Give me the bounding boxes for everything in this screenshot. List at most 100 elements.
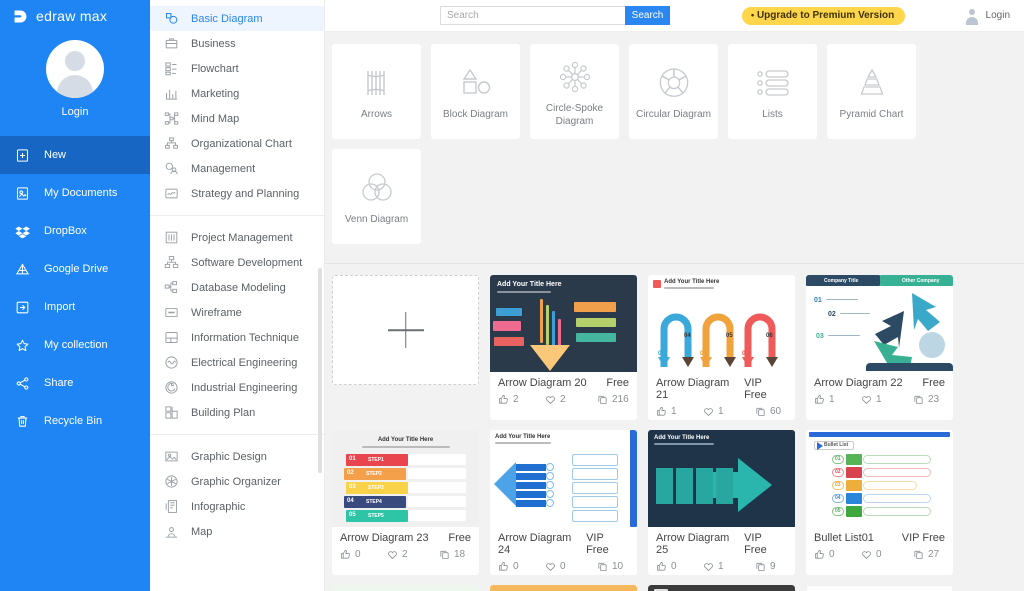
type-tile-circular-diagram[interactable]: Circular Diagram bbox=[629, 44, 718, 139]
app-logo[interactable]: edraw max bbox=[0, 0, 150, 32]
category-mind-map[interactable]: Mind Map bbox=[150, 106, 324, 131]
sidebar-item-new[interactable]: New bbox=[0, 136, 150, 174]
thumbnail-title: Add Your Title Here bbox=[495, 434, 551, 440]
template-card[interactable] bbox=[806, 585, 953, 591]
copy-count: 216 bbox=[612, 394, 629, 405]
template-card[interactable]: Company Title Other Company 01 02 03 Arr… bbox=[806, 275, 953, 420]
category-label: Software Development bbox=[191, 256, 303, 269]
thumbs-up-icon bbox=[341, 549, 350, 559]
like-count: 0 bbox=[671, 561, 677, 572]
template-thumbnail: Add Your Title Here bbox=[648, 275, 795, 372]
template-card[interactable]: Add Your Title Here bbox=[332, 585, 479, 591]
sidebar-item-dropbox[interactable]: DropBox bbox=[0, 212, 150, 250]
sidebar-account[interactable]: Login bbox=[0, 32, 150, 118]
dropbox-icon bbox=[14, 223, 30, 239]
type-tile-label: Arrows bbox=[360, 109, 393, 121]
new-blank-template-card[interactable] bbox=[332, 275, 479, 420]
copy-count: 18 bbox=[454, 549, 466, 560]
template-card[interactable]: Bullet List 01 02 03 04 05 Bullet List01… bbox=[806, 430, 953, 575]
category-label: Strategy and Planning bbox=[191, 187, 300, 200]
category-graphic-organizer[interactable]: Graphic Organizer bbox=[150, 469, 324, 494]
template-card[interactable] bbox=[648, 585, 795, 591]
template-card[interactable] bbox=[490, 585, 637, 591]
copy-icon bbox=[598, 562, 607, 572]
template-price: VIP Free bbox=[744, 377, 767, 401]
category-infographic[interactable]: Infographic bbox=[150, 494, 324, 519]
sidebar-item-recycle-bin[interactable]: Recycle Bin bbox=[0, 402, 150, 440]
category-industrial-engineering[interactable]: Industrial Engineering bbox=[150, 375, 324, 400]
like-stat: 0 bbox=[498, 561, 545, 572]
category-flowchart[interactable]: Flowchart bbox=[150, 56, 324, 81]
template-thumbnail: Add Your Title Here bbox=[332, 585, 479, 591]
category-building-plan[interactable]: Building Plan bbox=[150, 400, 324, 425]
template-card[interactable]: Add Your Title Here bbox=[490, 275, 637, 420]
favorite-stat: 2 bbox=[387, 549, 439, 560]
template-price: VIP Free bbox=[901, 532, 945, 544]
category-business[interactable]: Business bbox=[150, 31, 324, 56]
type-tile-block-diagram[interactable]: Block Diagram bbox=[431, 44, 520, 139]
sidebar-item-google-drive[interactable]: Google Drive bbox=[0, 250, 150, 288]
category-label: Flowchart bbox=[191, 62, 239, 75]
sidebar-item-label: Import bbox=[44, 301, 76, 313]
template-thumbnail bbox=[648, 585, 795, 591]
documents-icon bbox=[14, 185, 30, 201]
category-strategy-and-planning[interactable]: Strategy and Planning bbox=[150, 181, 324, 206]
content-scroll-area[interactable]: Arrows Block Diagram Circle-Spoke Diagra… bbox=[325, 32, 1024, 591]
type-tile-circle-spoke-diagram[interactable]: Circle-Spoke Diagram bbox=[530, 44, 619, 139]
category-project-management[interactable]: Project Management bbox=[150, 225, 324, 250]
information-technique-icon bbox=[164, 330, 179, 345]
favorite-stat: 1 bbox=[703, 406, 755, 417]
bar-chart-icon bbox=[164, 86, 179, 101]
favorite-stat: 1 bbox=[703, 561, 755, 572]
template-card[interactable]: Add Your Title Here bbox=[648, 430, 795, 575]
category-organizational-chart[interactable]: Organizational Chart bbox=[150, 131, 324, 156]
copy-stat: 10 bbox=[597, 561, 623, 572]
thumbnail-title: Add Your Title Here bbox=[377, 437, 434, 443]
sidebar-item-my-documents[interactable]: My Documents bbox=[0, 174, 150, 212]
category-wireframe[interactable]: Wireframe bbox=[150, 300, 324, 325]
type-tile-lists[interactable]: Lists bbox=[728, 44, 817, 139]
category-management[interactable]: Management bbox=[150, 156, 324, 181]
category-label: Wireframe bbox=[191, 306, 242, 319]
plus-icon bbox=[388, 312, 424, 348]
category-graphic-design[interactable]: Graphic Design bbox=[150, 444, 324, 469]
template-cards-panel: Add Your Title Here Arrow Diagram 20 Fre… bbox=[325, 264, 1024, 591]
edraw-max-app: edraw max Login New My Documents DropBox… bbox=[0, 0, 1024, 591]
category-software-development[interactable]: Software Development bbox=[150, 250, 324, 275]
category-label: Graphic Organizer bbox=[191, 475, 281, 488]
copy-stat: 216 bbox=[597, 394, 629, 405]
category-basic-diagram[interactable]: Basic Diagram bbox=[150, 6, 324, 31]
type-tile-pyramid-chart[interactable]: Pyramid Chart bbox=[827, 44, 916, 139]
upgrade-bullet-icon: • bbox=[751, 9, 755, 20]
type-tile-venn-diagram[interactable]: Venn Diagram bbox=[332, 149, 421, 244]
category-database-modeling[interactable]: Database Modeling bbox=[150, 275, 324, 300]
sidebar-item-label: DropBox bbox=[44, 225, 87, 237]
like-count: 0 bbox=[513, 561, 519, 572]
category-scrollbar[interactable] bbox=[318, 268, 322, 473]
sidebar-item-import[interactable]: Import bbox=[0, 288, 150, 326]
category-information-technique[interactable]: Information Technique bbox=[150, 325, 324, 350]
thumbs-up-icon bbox=[499, 561, 508, 571]
template-card[interactable]: Add Your Title Here bbox=[648, 275, 795, 420]
new-document-icon bbox=[14, 147, 30, 163]
category-label: Organizational Chart bbox=[191, 137, 292, 150]
basic-diagram-icon bbox=[164, 11, 179, 26]
search-button[interactable]: Search bbox=[625, 6, 670, 25]
sidebar-item-share[interactable]: Share bbox=[0, 364, 150, 402]
favorite-count: 0 bbox=[560, 561, 566, 572]
category-label: Building Plan bbox=[191, 406, 256, 419]
heart-icon bbox=[388, 551, 397, 559]
upgrade-button[interactable]: • Upgrade to Premium Version bbox=[742, 6, 906, 25]
account-login-button[interactable]: Login bbox=[965, 9, 1010, 23]
category-map[interactable]: Map bbox=[150, 519, 324, 544]
search-input[interactable] bbox=[440, 6, 625, 25]
template-card[interactable]: Add Your Title Here 01 STEP1 02 STEP2 03… bbox=[332, 430, 479, 575]
template-card[interactable]: Add Your Title Here bbox=[490, 430, 637, 575]
type-tile-arrows[interactable]: Arrows bbox=[332, 44, 421, 139]
category-marketing[interactable]: Marketing bbox=[150, 81, 324, 106]
copy-stat: 60 bbox=[755, 406, 781, 417]
category-label: Database Modeling bbox=[191, 281, 286, 294]
software-development-icon bbox=[164, 255, 179, 270]
category-electrical-engineering[interactable]: Electrical Engineering bbox=[150, 350, 324, 375]
sidebar-item-my-collection[interactable]: My collection bbox=[0, 326, 150, 364]
